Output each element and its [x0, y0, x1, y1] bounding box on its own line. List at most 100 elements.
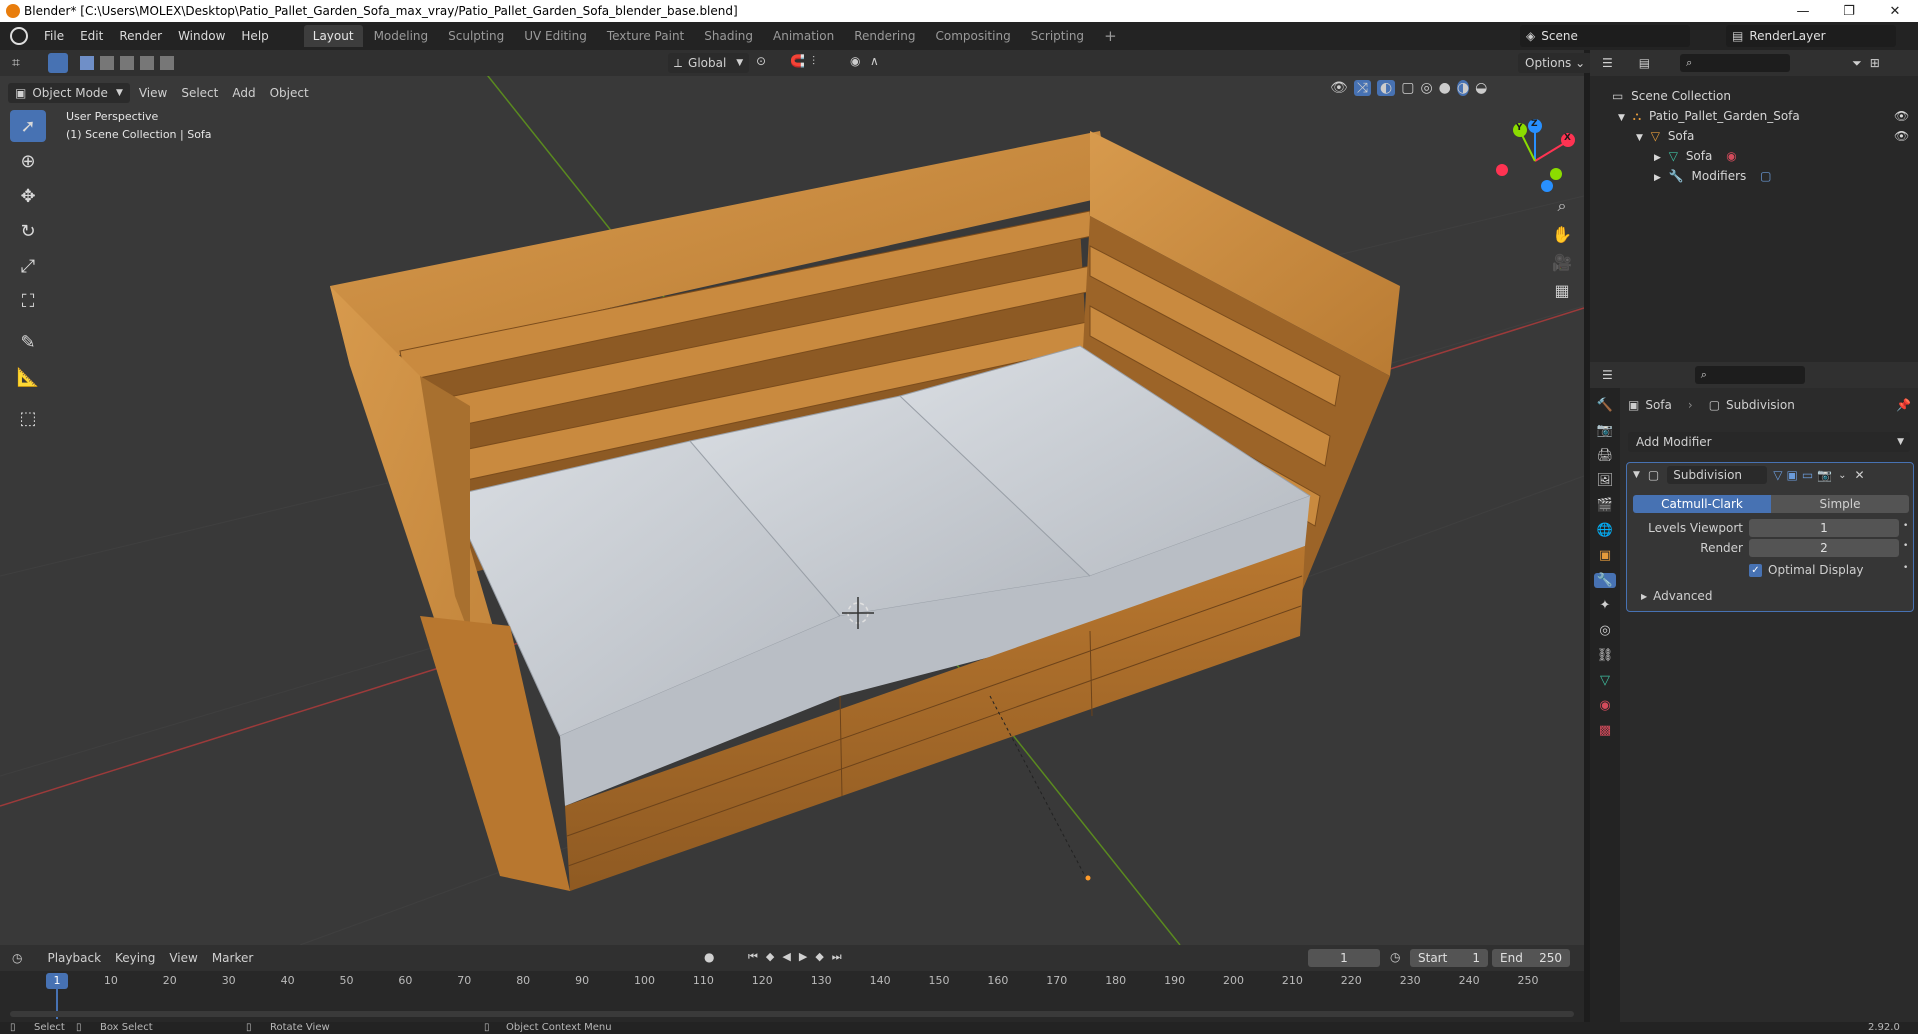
levels-viewport-field[interactable]: 1 — [1749, 519, 1899, 537]
menu-file[interactable]: File — [36, 22, 72, 50]
tab-shading[interactable]: Shading — [695, 25, 762, 47]
outliner-row-scene-collection[interactable]: ▭ Scene Collection — [1590, 86, 1918, 106]
remove-modifier-icon[interactable]: ✕ — [1855, 468, 1865, 482]
3d-viewport[interactable]: ▣ Object Mode ▼ View Select Add Object 👁… — [0, 76, 1584, 945]
outliner-editor-icon[interactable]: ☰ — [1602, 56, 1613, 70]
jump-end-icon[interactable]: ⏭ — [832, 950, 842, 964]
scene-selector[interactable]: ◈ Scene — [1520, 25, 1690, 47]
overlay-toggle-icon[interactable]: ◐ — [1376, 80, 1396, 96]
outliner-row-sofa-object[interactable]: ▼ ▽ Sofa 👁 — [1590, 126, 1918, 146]
select-box-tool[interactable]: ➚ — [10, 110, 46, 142]
physics-tab-icon[interactable]: ◎ — [1599, 623, 1610, 638]
viewport-menu-select[interactable]: Select — [174, 80, 225, 106]
editor-type-icon[interactable]: ⌗ — [12, 55, 20, 71]
menu-render[interactable]: Render — [111, 22, 170, 50]
on-cage-toggle-icon[interactable]: ▣ — [1787, 468, 1798, 482]
tab-sculpting[interactable]: Sculpting — [439, 25, 513, 47]
shading-rendered-icon[interactable]: ◒ — [1475, 80, 1487, 96]
display-mode-icon[interactable]: ▤ — [1639, 56, 1650, 70]
gizmo-toggle-icon[interactable]: ⤨ — [1353, 80, 1371, 96]
tab-layout[interactable]: Layout — [303, 25, 363, 47]
visibility-icon[interactable]: 👁 — [1330, 80, 1348, 96]
modifier-tab-icon[interactable]: 🔧 — [1593, 573, 1617, 588]
play-icon[interactable]: ▶ — [799, 950, 807, 964]
falloff-icon[interactable]: ∧ — [870, 54, 879, 68]
minimize-button[interactable]: — — [1780, 0, 1826, 22]
data-tab-icon[interactable]: ▽ — [1600, 673, 1610, 688]
outliner-row-collection[interactable]: ▼ ⛬ Patio_Pallet_Garden_Sofa 👁 — [1590, 106, 1918, 126]
xray-toggle-icon[interactable]: ▢ — [1401, 80, 1414, 96]
menu-edit[interactable]: Edit — [72, 22, 111, 50]
render-tab-icon[interactable]: 📷 — [1597, 423, 1613, 438]
snap-target-icon[interactable]: ⫶ — [812, 54, 815, 69]
view-layer-tab-icon[interactable]: 🖼 — [1597, 473, 1614, 488]
expand-arrow-icon[interactable]: ▶ — [1654, 153, 1661, 163]
renderlayer-selector[interactable]: ▤ RenderLayer — [1726, 25, 1896, 47]
add-cube-tool[interactable]: ⬚ — [10, 402, 46, 434]
pin-icon[interactable]: 📌 — [1896, 398, 1911, 412]
current-frame-field[interactable]: 1 — [1308, 949, 1380, 967]
camera-icon[interactable]: 🎥 — [1548, 248, 1576, 276]
timeline-menu-keying[interactable]: Keying — [108, 945, 162, 971]
add-modifier-dropdown[interactable]: Add Modifier ▼ — [1628, 432, 1910, 452]
expand-arrow-icon[interactable]: ▼ — [1636, 133, 1643, 143]
play-reverse-icon[interactable]: ◀ — [782, 950, 790, 964]
catmull-clark-button[interactable]: Catmull-Clark — [1633, 495, 1771, 513]
filter-icon[interactable]: ⏷ — [1852, 56, 1862, 71]
select-mode-icon[interactable] — [47, 53, 68, 73]
viewport-menu-add[interactable]: Add — [225, 80, 262, 106]
menu-help[interactable]: Help — [233, 22, 276, 50]
constraints-tab-icon[interactable]: ⛓ — [1597, 648, 1614, 663]
output-tab-icon[interactable]: 🖨 — [1597, 448, 1614, 463]
outliner-search-field[interactable]: ⌕ — [1680, 54, 1791, 72]
cursor-tool[interactable]: ⊕ — [10, 145, 46, 177]
rotate-tool[interactable]: ↻ — [10, 215, 46, 247]
start-frame-field[interactable]: Start 1 — [1410, 949, 1488, 967]
keyframe-dot-icon[interactable]: • — [1903, 563, 1908, 573]
particles-tab-icon[interactable]: ✦ — [1600, 598, 1611, 613]
ortho-grid-icon[interactable]: ▦ — [1548, 276, 1576, 304]
options-dropdown[interactable]: Options ⌄ — [1518, 53, 1593, 73]
jump-start-icon[interactable]: ⏮ — [748, 950, 758, 964]
playhead[interactable]: 1 — [46, 973, 68, 989]
collapse-arrow-icon[interactable]: ▼ — [1633, 470, 1640, 480]
keyframe-dot-icon[interactable]: • — [1903, 521, 1908, 531]
menu-window[interactable]: Window — [170, 22, 233, 50]
keyframe-dot-icon[interactable]: • — [1903, 541, 1908, 551]
viewport-toggle-icon[interactable]: ▭ — [1802, 468, 1813, 482]
properties-search-field[interactable]: ⌕ — [1694, 366, 1805, 384]
add-workspace-button[interactable]: + — [1095, 25, 1126, 47]
timeline-ruler[interactable]: 10 20 30 40 50 60 70 80 90 100 110 120 130 140 150 160 1… — [0, 971, 1584, 1023]
next-keyframe-icon[interactable]: ◆ — [815, 950, 823, 964]
zoom-icon[interactable]: ⌕ — [1548, 192, 1576, 220]
restore-button[interactable]: ❐ — [1826, 0, 1872, 22]
shading-material-icon[interactable]: ◑ — [1456, 80, 1470, 96]
advanced-subpanel[interactable]: ▶ Advanced — [1641, 589, 1712, 603]
tab-compositing[interactable]: Compositing — [926, 25, 1019, 47]
pivot-point-icon[interactable]: ⊙ — [756, 54, 766, 68]
pan-hand-icon[interactable]: ✋ — [1548, 220, 1576, 248]
scene-tab-icon[interactable]: 🎬 — [1597, 498, 1613, 513]
timeline-menu-marker[interactable]: Marker — [205, 945, 260, 971]
modifier-name-field[interactable]: Subdivision — [1667, 466, 1768, 484]
expand-arrow-icon[interactable]: ▶ — [1654, 173, 1661, 183]
object-tab-icon[interactable]: ▣ — [1599, 548, 1611, 563]
tool-tab-icon[interactable]: 🔨 — [1597, 398, 1613, 413]
material-tab-icon[interactable]: ◉ — [1599, 698, 1610, 713]
eye-icon[interactable]: 👁 — [1894, 106, 1909, 126]
outliner-row-modifiers[interactable]: ▶ 🔧 Modifiers ▢ — [1590, 166, 1918, 186]
annotate-tool[interactable]: ✎ — [10, 326, 46, 358]
select-subtract-icon[interactable] — [119, 56, 134, 70]
tab-uv-editing[interactable]: UV Editing — [515, 25, 596, 47]
properties-editor-icon[interactable]: ☰ — [1602, 368, 1613, 382]
edit-mode-toggle-icon[interactable]: ▽ — [1773, 468, 1782, 482]
move-tool[interactable]: ✥ — [10, 180, 46, 212]
outliner-row-sofa-mesh[interactable]: ▶ ▽ Sofa ◉ — [1590, 146, 1918, 166]
close-button[interactable]: ✕ — [1872, 0, 1918, 22]
prev-keyframe-icon[interactable]: ◆ — [766, 950, 774, 964]
tab-animation[interactable]: Animation — [764, 25, 843, 47]
select-new-icon[interactable] — [79, 56, 94, 70]
world-tab-icon[interactable]: 🌐 — [1597, 523, 1613, 538]
tab-scripting[interactable]: Scripting — [1022, 25, 1093, 47]
proportional-edit-icon[interactable]: ◉ — [850, 54, 860, 68]
